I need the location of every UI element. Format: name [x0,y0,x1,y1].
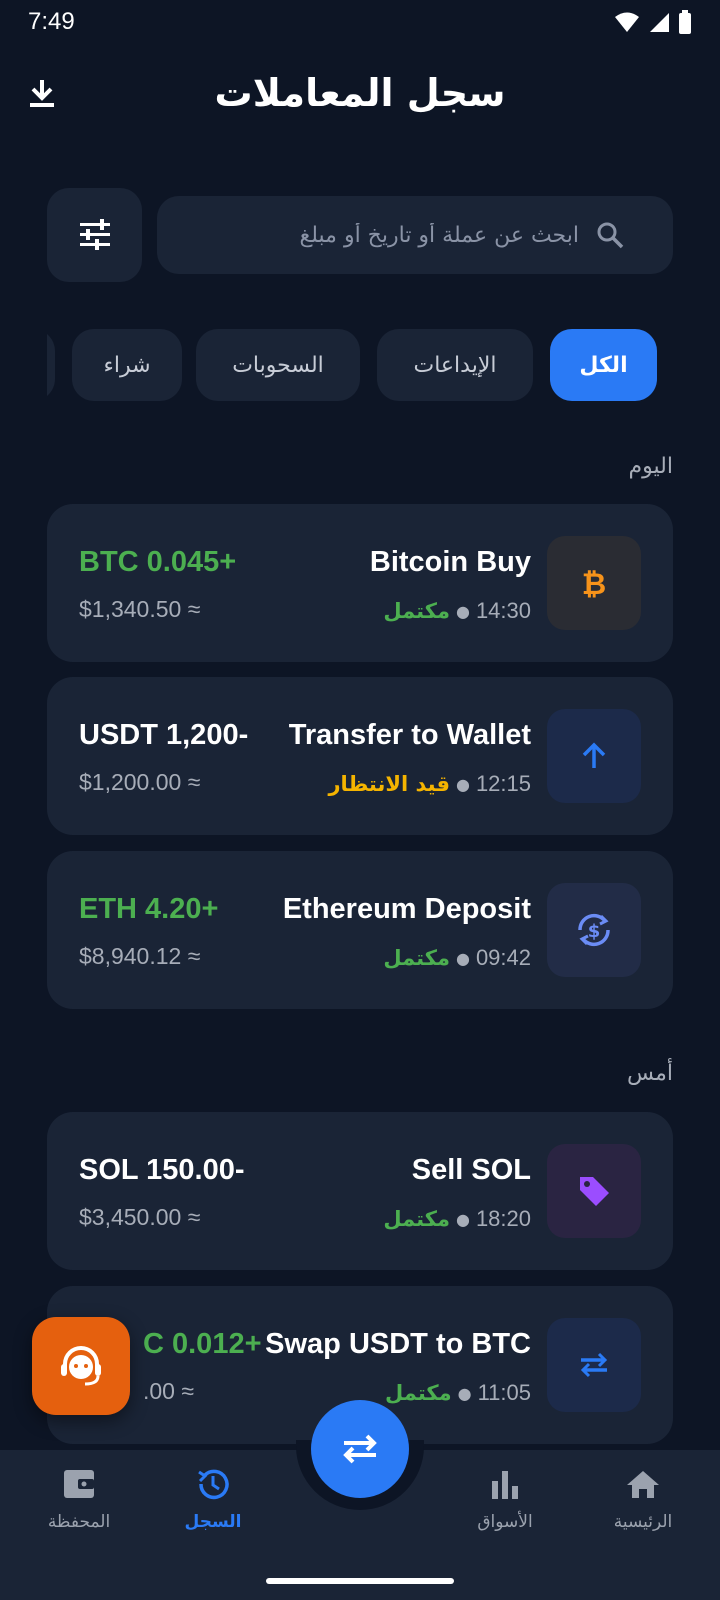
separator-dot: ● [455,948,470,968]
support-button[interactable] [32,1317,130,1415]
transaction-amount: USDT 1,200- [79,719,249,751]
swap-icon [580,1352,608,1378]
search-row [47,188,673,282]
search-input[interactable] [179,222,579,248]
transaction-card[interactable]: Sell SOL 18:20 ● مكتمل SOL 150.00- $3,45… [47,1112,673,1270]
transaction-status: قيد الانتظار [328,772,450,796]
arrow-up-icon [582,742,606,768]
transaction-title: Bitcoin Buy [369,546,531,578]
section-yesterday: أمس [627,1061,673,1086]
transaction-icon [547,1144,641,1238]
transaction-meta: 11:05 ● مكتمل [385,1380,531,1406]
transaction-time: 12:15 [475,771,531,796]
transaction-title: Sell SOL [411,1154,531,1186]
search-icon [597,222,624,249]
wifi-icon [615,12,639,32]
transaction-icon [547,1318,641,1412]
search-box[interactable] [157,196,673,274]
separator-dot: ● [455,601,470,621]
transaction-icon [547,709,641,803]
transaction-title: Swap USDT to BTC [265,1328,531,1360]
transaction-amount: BTC 0.045+ [79,546,237,578]
filter-button[interactable] [47,188,142,282]
transaction-icon: $ [547,883,641,977]
bitcoin-icon: ₿ [582,567,606,600]
nav-home[interactable]: الرئيسية [578,1464,708,1544]
transaction-value: $8,940.12 ≈ [79,943,201,969]
chip-all[interactable]: الكل [550,329,657,401]
nav-wallet[interactable]: المحفظة [14,1464,144,1544]
battery-icon [679,10,691,34]
transaction-time: 11:05 [477,1380,531,1405]
transaction-status: مكتمل [385,1381,452,1405]
svg-text:$: $ [588,921,601,942]
transaction-status: مكتمل [383,946,450,970]
page-title: سجل المعاملات [214,71,506,115]
transaction-meta: 14:30 ● مكتمل [383,598,531,624]
swap-fab-button[interactable] [311,1400,409,1498]
chip-withdrawals[interactable]: السحوبات [196,329,360,401]
transaction-title: Ethereum Deposit [282,893,531,925]
home-indicator [266,1578,454,1584]
history-icon [195,1464,231,1504]
download-button[interactable] [22,70,62,116]
section-today: اليوم [628,454,673,479]
transaction-value: $3,450.00 ≈ [79,1204,201,1230]
nav-wallet-label: المحفظة [47,1512,111,1532]
transaction-card[interactable]: $ Ethereum Deposit 09:42 ● مكتمل ETH 4.2… [47,851,673,1009]
transaction-status: مكتمل [383,1207,450,1231]
transaction-amount: C 0.012+ [143,1328,262,1360]
currency-exchange-icon: $ [578,913,610,947]
chip-deposits[interactable]: الإيداعات [377,329,533,401]
bar-chart-icon [489,1464,521,1504]
svg-text:₿: ₿ [582,567,606,600]
transaction-card[interactable]: ₿ Bitcoin Buy 14:30 ● مكتمل BTC 0.045+ $… [47,504,673,662]
separator-dot: ● [457,1383,472,1403]
transaction-meta: 18:20 ● مكتمل [383,1206,531,1232]
tag-icon [580,1177,609,1206]
status-bar: 7:49 [0,0,720,44]
transaction-meta: 12:15 ● قيد الانتظار [328,771,531,797]
transaction-icon: ₿ [547,536,641,630]
wallet-icon [62,1464,96,1504]
home-icon [626,1464,660,1504]
download-icon [30,80,54,107]
status-time: 7:49 [28,8,75,35]
transaction-value: $1,200.00 ≈ [79,769,201,795]
transaction-value: $1,340.50 ≈ [79,596,201,622]
transaction-status: مكتمل [383,599,450,623]
transaction-amount: SOL 150.00- [79,1154,245,1186]
swap-horizontal-icon [343,1434,377,1464]
nav-history[interactable]: السجل [148,1464,278,1544]
transaction-time: 14:30 [475,598,531,623]
status-icons [614,10,692,34]
transaction-value: .00 ≈ [143,1378,194,1404]
tune-icon [79,219,110,250]
separator-dot: ● [455,1209,470,1229]
transaction-time: 18:20 [475,1206,531,1231]
chip-more[interactable] [47,329,55,401]
transaction-time: 09:42 [475,945,531,970]
filter-chips: الكل الإيداعات السحوبات شراء [47,329,673,401]
transaction-title: Transfer to Wallet [288,719,531,751]
nav-home-label: الرئيسية [613,1512,673,1532]
transaction-card[interactable]: Transfer to Wallet 12:15 ● قيد الانتظار … [47,677,673,835]
transaction-meta: 09:42 ● مكتمل [383,945,531,971]
support-agent-icon [61,1346,101,1386]
separator-dot: ● [455,774,470,794]
nav-history-label: السجل [184,1512,242,1532]
transaction-amount: ETH 4.20+ [79,893,219,925]
nav-markets[interactable]: الأسواق [440,1464,570,1544]
nav-markets-label: الأسواق [477,1512,533,1532]
chip-buy[interactable]: شراء [72,329,182,401]
cellular-signal-icon [650,13,669,32]
app-header: سجل المعاملات [0,58,720,128]
